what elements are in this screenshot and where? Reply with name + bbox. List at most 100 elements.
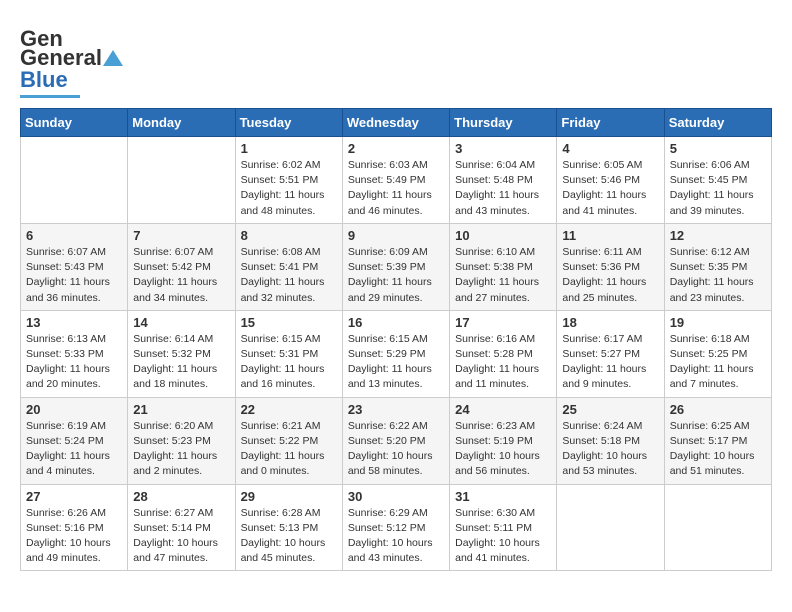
day-info: Sunrise: 6:23 AM Sunset: 5:19 PM Dayligh…	[455, 419, 551, 480]
day-number: 26	[670, 402, 766, 417]
day-info: Sunrise: 6:15 AM Sunset: 5:31 PM Dayligh…	[241, 332, 337, 393]
day-number: 9	[348, 228, 444, 243]
calendar-cell: 7 Sunrise: 6:07 AM Sunset: 5:42 PM Daylig…	[128, 223, 235, 310]
day-number: 8	[241, 228, 337, 243]
day-number: 28	[133, 489, 229, 504]
day-number: 4	[562, 141, 658, 156]
calendar-cell: 19 Sunrise: 6:18 AM Sunset: 5:25 PM Dayli…	[664, 310, 771, 397]
calendar-cell: 30 Sunrise: 6:29 AM Sunset: 5:12 PM Dayli…	[342, 484, 449, 571]
calendar-table: SundayMondayTuesdayWednesdayThursdayFrid…	[20, 108, 772, 571]
day-info: Sunrise: 6:29 AM Sunset: 5:12 PM Dayligh…	[348, 506, 444, 567]
calendar-cell: 8Sunrise: 6:08 AM Sunset: 5:41 PM Daylig…	[235, 223, 342, 310]
day-number: 23	[348, 402, 444, 417]
day-info: Sunrise: 6:10 AM Sunset: 5:38 PM Dayligh…	[455, 245, 551, 306]
day-info: Sunrise: 6:17 AM Sunset: 5:27 PM Dayligh…	[562, 332, 658, 393]
day-info: Sunrise: 6:14 AM Sunset: 5:32 PM Dayligh…	[133, 332, 229, 393]
day-number: 18	[562, 315, 658, 330]
calendar-week-row: 27 Sunrise: 6:26 AM Sunset: 5:16 PM Dayli…	[21, 484, 772, 571]
day-number: 15	[241, 315, 337, 330]
day-number: 7	[133, 228, 229, 243]
calendar-cell: 28 Sunrise: 6:27 AM Sunset: 5:14 PM Dayli…	[128, 484, 235, 571]
col-header-friday: Friday	[557, 109, 664, 137]
day-info: Sunrise: 6:26 AM Sunset: 5:16 PM Dayligh…	[26, 506, 122, 567]
calendar-cell: 10 Sunrise: 6:10 AM Sunset: 5:38 PM Dayli…	[450, 223, 557, 310]
calendar-cell: 5 Sunrise: 6:06 AM Sunset: 5:45 PM Daylig…	[664, 137, 771, 224]
col-header-saturday: Saturday	[664, 109, 771, 137]
day-info: Sunrise: 6:11 AM Sunset: 5:36 PM Dayligh…	[562, 245, 658, 306]
day-info: Sunrise: 6:07 AM Sunset: 5:42 PM Dayligh…	[133, 245, 229, 306]
logo-underline	[20, 95, 80, 98]
page-header: General General Blue	[20, 20, 772, 98]
day-info: Sunrise: 6:18 AM Sunset: 5:25 PM Dayligh…	[670, 332, 766, 393]
calendar-cell	[128, 137, 235, 224]
day-number: 30	[348, 489, 444, 504]
day-info: Sunrise: 6:27 AM Sunset: 5:14 PM Dayligh…	[133, 506, 229, 567]
calendar-cell: 16 Sunrise: 6:15 AM Sunset: 5:29 PM Dayli…	[342, 310, 449, 397]
calendar-cell: 23Sunrise: 6:22 AM Sunset: 5:20 PM Dayli…	[342, 397, 449, 484]
day-info: Sunrise: 6:05 AM Sunset: 5:46 PM Dayligh…	[562, 158, 658, 219]
day-number: 24	[455, 402, 551, 417]
day-info: Sunrise: 6:09 AM Sunset: 5:39 PM Dayligh…	[348, 245, 444, 306]
day-number: 3	[455, 141, 551, 156]
calendar-cell: 21 Sunrise: 6:20 AM Sunset: 5:23 PM Dayli…	[128, 397, 235, 484]
calendar-cell: 12Sunrise: 6:12 AM Sunset: 5:35 PM Dayli…	[664, 223, 771, 310]
calendar-cell: 13Sunrise: 6:13 AM Sunset: 5:33 PM Dayli…	[21, 310, 128, 397]
day-number: 27	[26, 489, 122, 504]
day-number: 20	[26, 402, 122, 417]
col-header-wednesday: Wednesday	[342, 109, 449, 137]
col-header-sunday: Sunday	[21, 109, 128, 137]
day-number: 29	[241, 489, 337, 504]
calendar-cell: 29 Sunrise: 6:28 AM Sunset: 5:13 PM Dayli…	[235, 484, 342, 571]
day-info: Sunrise: 6:19 AM Sunset: 5:24 PM Dayligh…	[26, 419, 122, 480]
calendar-cell: 17 Sunrise: 6:16 AM Sunset: 5:28 PM Dayli…	[450, 310, 557, 397]
calendar-cell: 14 Sunrise: 6:14 AM Sunset: 5:32 PM Dayli…	[128, 310, 235, 397]
calendar-week-row: 1 Sunrise: 6:02 AM Sunset: 5:51 PM Daylig…	[21, 137, 772, 224]
day-number: 5	[670, 141, 766, 156]
day-number: 2	[348, 141, 444, 156]
calendar-cell: 27 Sunrise: 6:26 AM Sunset: 5:16 PM Dayli…	[21, 484, 128, 571]
calendar-week-row: 6 Sunrise: 6:07 AM Sunset: 5:43 PM Daylig…	[21, 223, 772, 310]
day-number: 10	[455, 228, 551, 243]
day-info: Sunrise: 6:30 AM Sunset: 5:11 PM Dayligh…	[455, 506, 551, 567]
day-number: 17	[455, 315, 551, 330]
day-number: 1	[241, 141, 337, 156]
calendar-cell: 4 Sunrise: 6:05 AM Sunset: 5:46 PM Daylig…	[557, 137, 664, 224]
calendar-cell	[21, 137, 128, 224]
calendar-cell: 15 Sunrise: 6:15 AM Sunset: 5:31 PM Dayli…	[235, 310, 342, 397]
day-info: Sunrise: 6:02 AM Sunset: 5:51 PM Dayligh…	[241, 158, 337, 219]
calendar-cell: 24 Sunrise: 6:23 AM Sunset: 5:19 PM Dayli…	[450, 397, 557, 484]
calendar-cell: 11Sunrise: 6:11 AM Sunset: 5:36 PM Dayli…	[557, 223, 664, 310]
day-info: Sunrise: 6:15 AM Sunset: 5:29 PM Dayligh…	[348, 332, 444, 393]
calendar-cell: 18 Sunrise: 6:17 AM Sunset: 5:27 PM Dayli…	[557, 310, 664, 397]
calendar-cell	[664, 484, 771, 571]
day-info: Sunrise: 6:07 AM Sunset: 5:43 PM Dayligh…	[26, 245, 122, 306]
calendar-cell	[557, 484, 664, 571]
col-header-monday: Monday	[128, 109, 235, 137]
day-info: Sunrise: 6:28 AM Sunset: 5:13 PM Dayligh…	[241, 506, 337, 567]
day-info: Sunrise: 6:06 AM Sunset: 5:45 PM Dayligh…	[670, 158, 766, 219]
day-number: 14	[133, 315, 229, 330]
day-number: 16	[348, 315, 444, 330]
day-number: 31	[455, 489, 551, 504]
logo: General General Blue	[20, 20, 123, 98]
logo-triangle-icon	[103, 48, 123, 68]
day-info: Sunrise: 6:03 AM Sunset: 5:49 PM Dayligh…	[348, 158, 444, 219]
calendar-cell: 9 Sunrise: 6:09 AM Sunset: 5:39 PM Daylig…	[342, 223, 449, 310]
day-info: Sunrise: 6:04 AM Sunset: 5:48 PM Dayligh…	[455, 158, 551, 219]
calendar-cell: 20 Sunrise: 6:19 AM Sunset: 5:24 PM Dayli…	[21, 397, 128, 484]
day-info: Sunrise: 6:16 AM Sunset: 5:28 PM Dayligh…	[455, 332, 551, 393]
day-number: 22	[241, 402, 337, 417]
day-info: Sunrise: 6:21 AM Sunset: 5:22 PM Dayligh…	[241, 419, 337, 480]
day-number: 21	[133, 402, 229, 417]
day-info: Sunrise: 6:20 AM Sunset: 5:23 PM Dayligh…	[133, 419, 229, 480]
calendar-cell: 26 Sunrise: 6:25 AM Sunset: 5:17 PM Dayli…	[664, 397, 771, 484]
day-number: 6	[26, 228, 122, 243]
day-number: 19	[670, 315, 766, 330]
calendar-week-row: 13Sunrise: 6:13 AM Sunset: 5:33 PM Dayli…	[21, 310, 772, 397]
calendar-cell: 25Sunrise: 6:24 AM Sunset: 5:18 PM Dayli…	[557, 397, 664, 484]
day-info: Sunrise: 6:25 AM Sunset: 5:17 PM Dayligh…	[670, 419, 766, 480]
calendar-cell: 22 Sunrise: 6:21 AM Sunset: 5:22 PM Dayli…	[235, 397, 342, 484]
calendar-cell: 6 Sunrise: 6:07 AM Sunset: 5:43 PM Daylig…	[21, 223, 128, 310]
calendar-cell: 2 Sunrise: 6:03 AM Sunset: 5:49 PM Daylig…	[342, 137, 449, 224]
day-info: Sunrise: 6:12 AM Sunset: 5:35 PM Dayligh…	[670, 245, 766, 306]
